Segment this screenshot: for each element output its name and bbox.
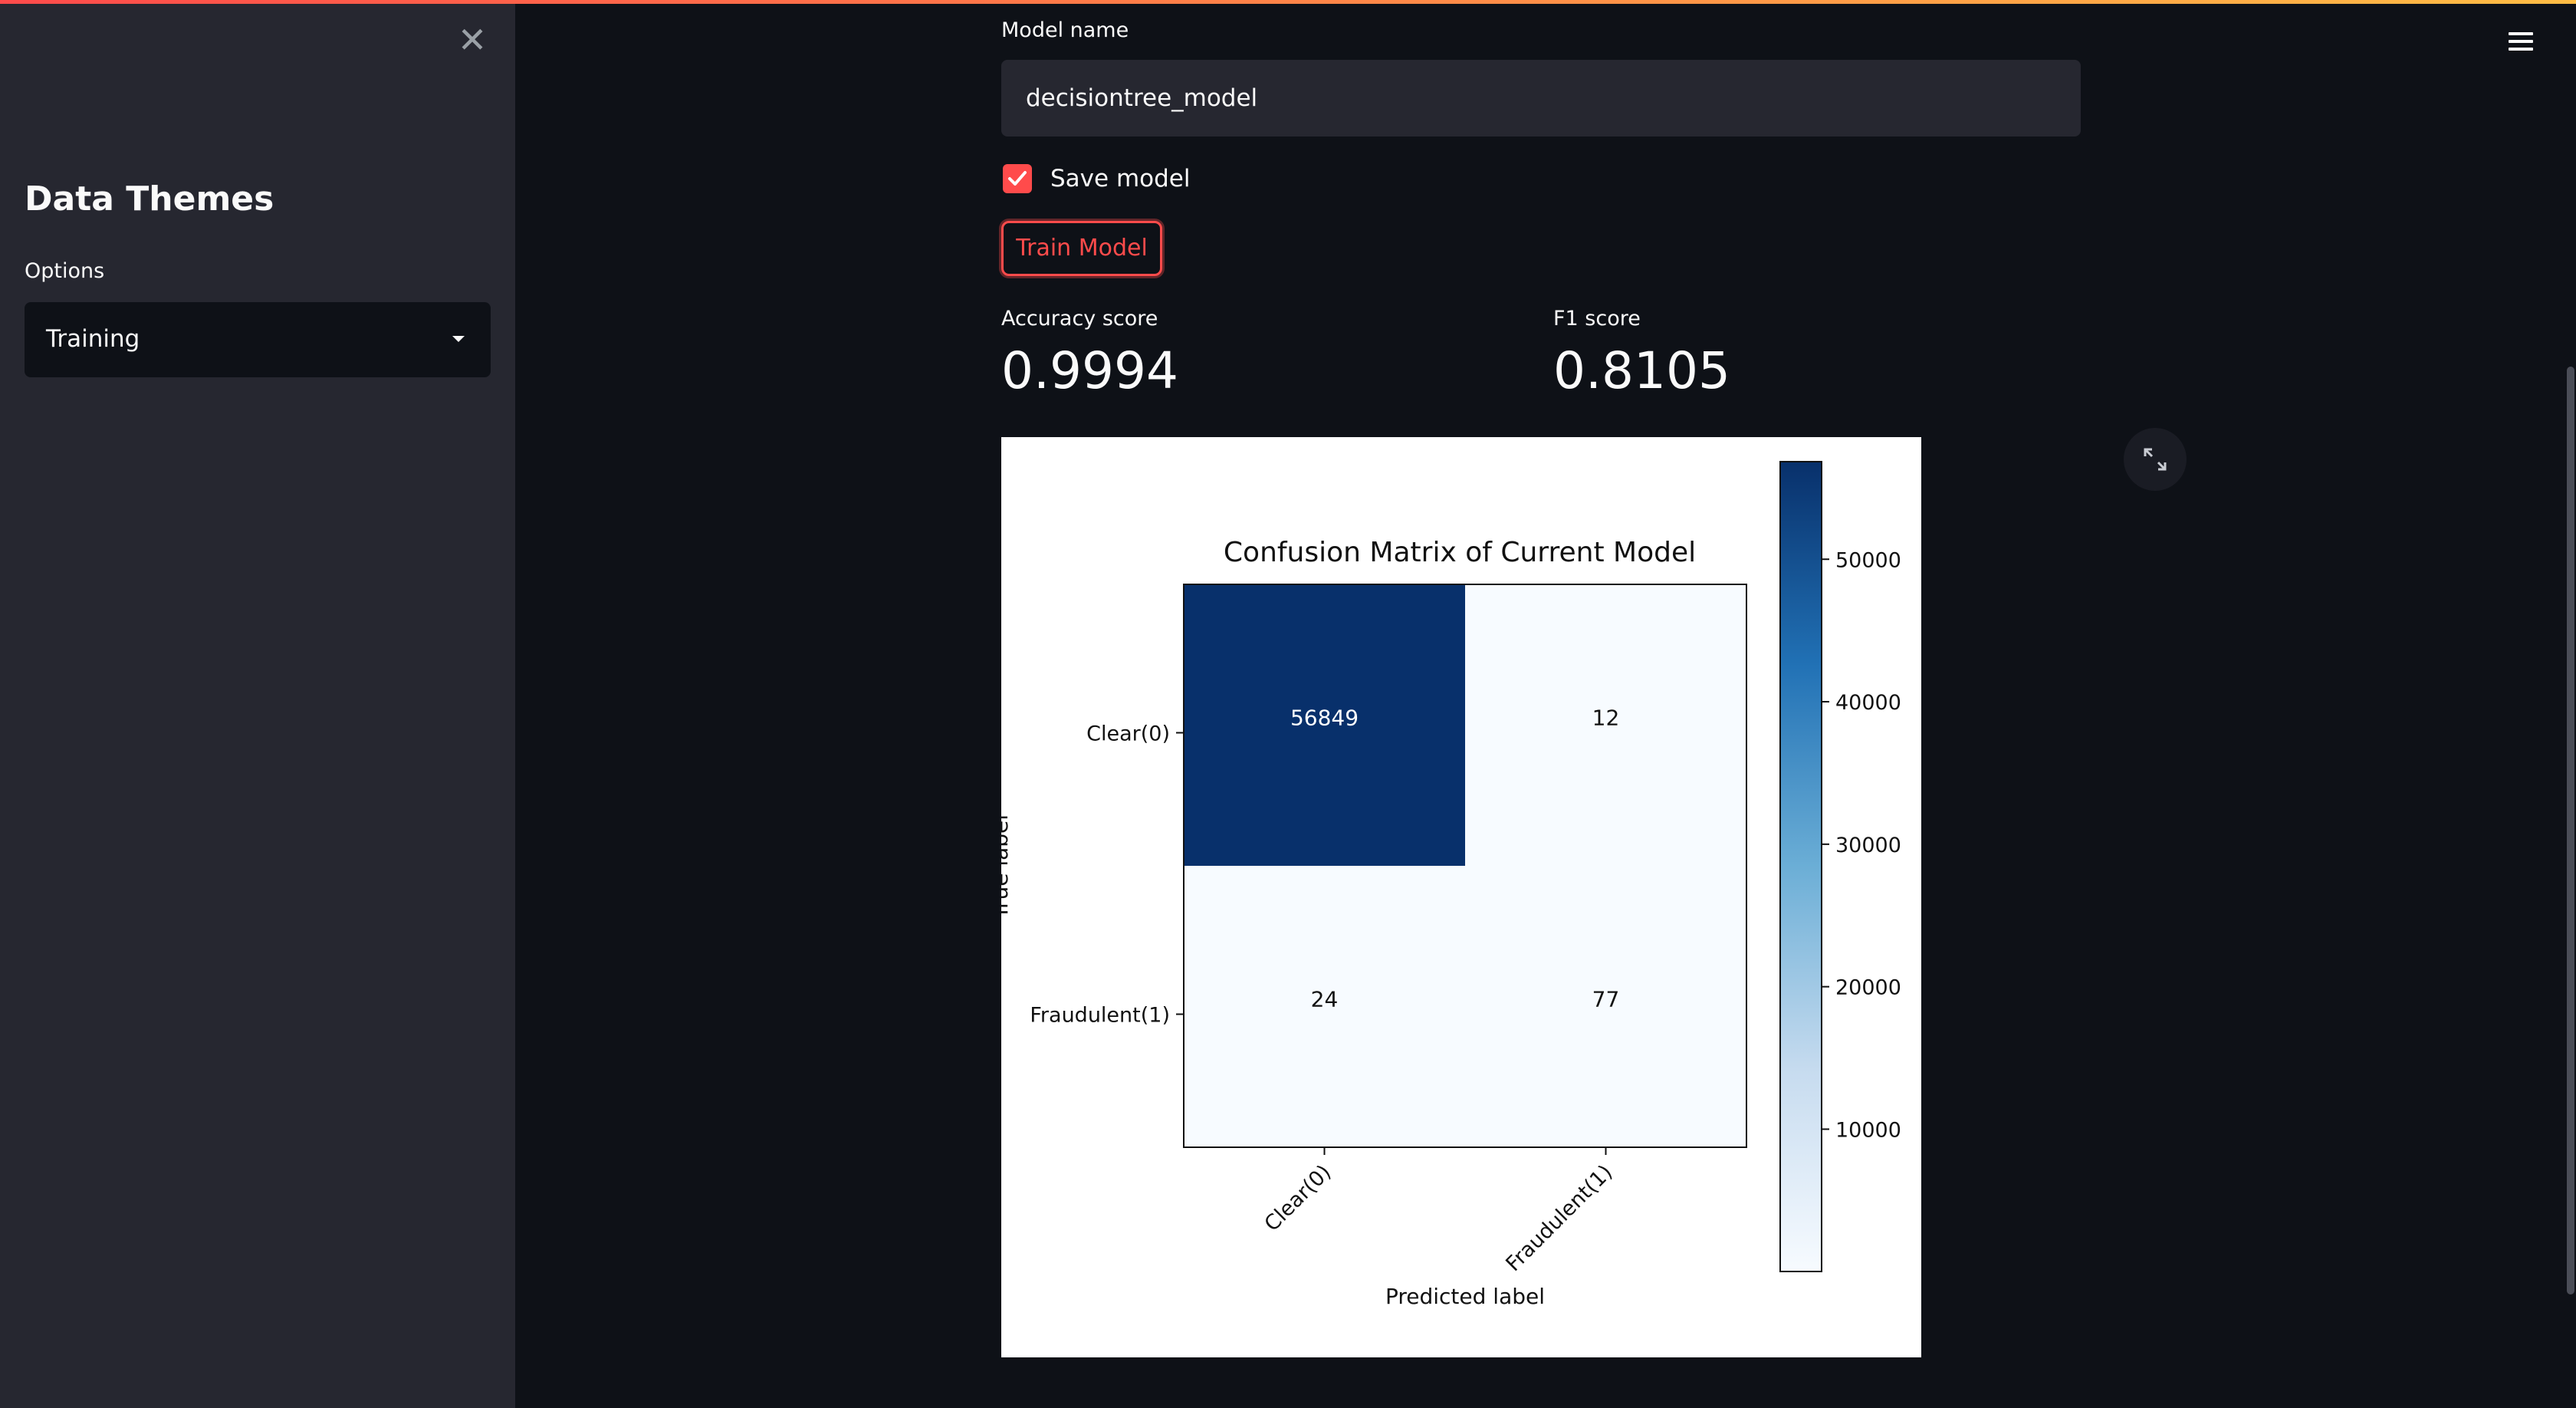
main-scrollbar[interactable]	[2567, 367, 2574, 1295]
checkmark-icon	[1008, 171, 1027, 186]
chevron-down-icon	[452, 336, 465, 342]
accuracy-value: 0.9994	[1001, 341, 1178, 400]
f1-label: F1 score	[1553, 307, 1641, 331]
accuracy-metric: Accuracy score 0.9994	[1001, 307, 1178, 400]
colorbar	[1779, 461, 1822, 1272]
model-name-label: Model name	[1001, 18, 1129, 42]
confusion-matrix-svg: Confusion Matrix of Current Model 56849 1…	[987, 461, 1901, 1309]
f1-value: 0.8105	[1553, 341, 1730, 400]
expand-icon	[2144, 448, 2167, 471]
options-selected-value: Training	[46, 325, 140, 353]
sidebar-title: Data Themes	[25, 179, 274, 219]
y-tick-label: Clear(0)	[1086, 722, 1170, 746]
confusion-matrix-chart: Confusion Matrix of Current Model 56849 1…	[987, 437, 1921, 1357]
matrix-cell-value: 24	[1311, 987, 1339, 1012]
options-label: Options	[25, 259, 105, 283]
colorbar-tick-label: 10000	[1835, 1118, 1901, 1142]
chart-title: Confusion Matrix of Current Model	[1224, 537, 1696, 568]
matrix-cell-value: 12	[1592, 706, 1620, 731]
top-decoration-bar	[0, 0, 2576, 4]
y-axis-label: True label	[1001, 814, 1013, 919]
fullscreen-expand-button[interactable]	[2124, 428, 2187, 491]
colorbar-tick-label: 50000	[1835, 548, 1901, 572]
colorbar-tick-label: 20000	[1835, 976, 1901, 1000]
options-select[interactable]: Training	[25, 302, 491, 377]
accuracy-label: Accuracy score	[1001, 307, 1158, 331]
model-name-input[interactable]: decisiontree_model	[1001, 60, 2081, 137]
matrix-cell-value: 77	[1592, 987, 1620, 1012]
f1-metric: F1 score 0.8105	[1553, 307, 1730, 400]
main-content: Model name decisiontree_model Save model…	[987, 0, 2187, 1408]
y-tick-label: Fraudulent(1)	[1030, 1004, 1170, 1028]
close-icon[interactable]: ✕	[457, 22, 488, 58]
sidebar: ✕ Data Themes Options Training	[0, 0, 515, 1408]
x-tick-label: Fraudulent(1)	[1501, 1160, 1617, 1276]
train-model-button[interactable]: Train Model	[1001, 221, 1162, 276]
hamburger-menu-icon[interactable]	[2509, 32, 2533, 54]
save-model-label: Save model	[1050, 165, 1191, 192]
matrix-cell-value: 56849	[1290, 706, 1359, 731]
save-model-checkbox[interactable]	[1003, 164, 1032, 193]
colorbar-tick-label: 40000	[1835, 691, 1901, 715]
colorbar-tick-label: 30000	[1835, 834, 1901, 857]
x-axis-label: Predicted label	[1385, 1284, 1545, 1309]
x-tick-label: Clear(0)	[1260, 1160, 1336, 1236]
